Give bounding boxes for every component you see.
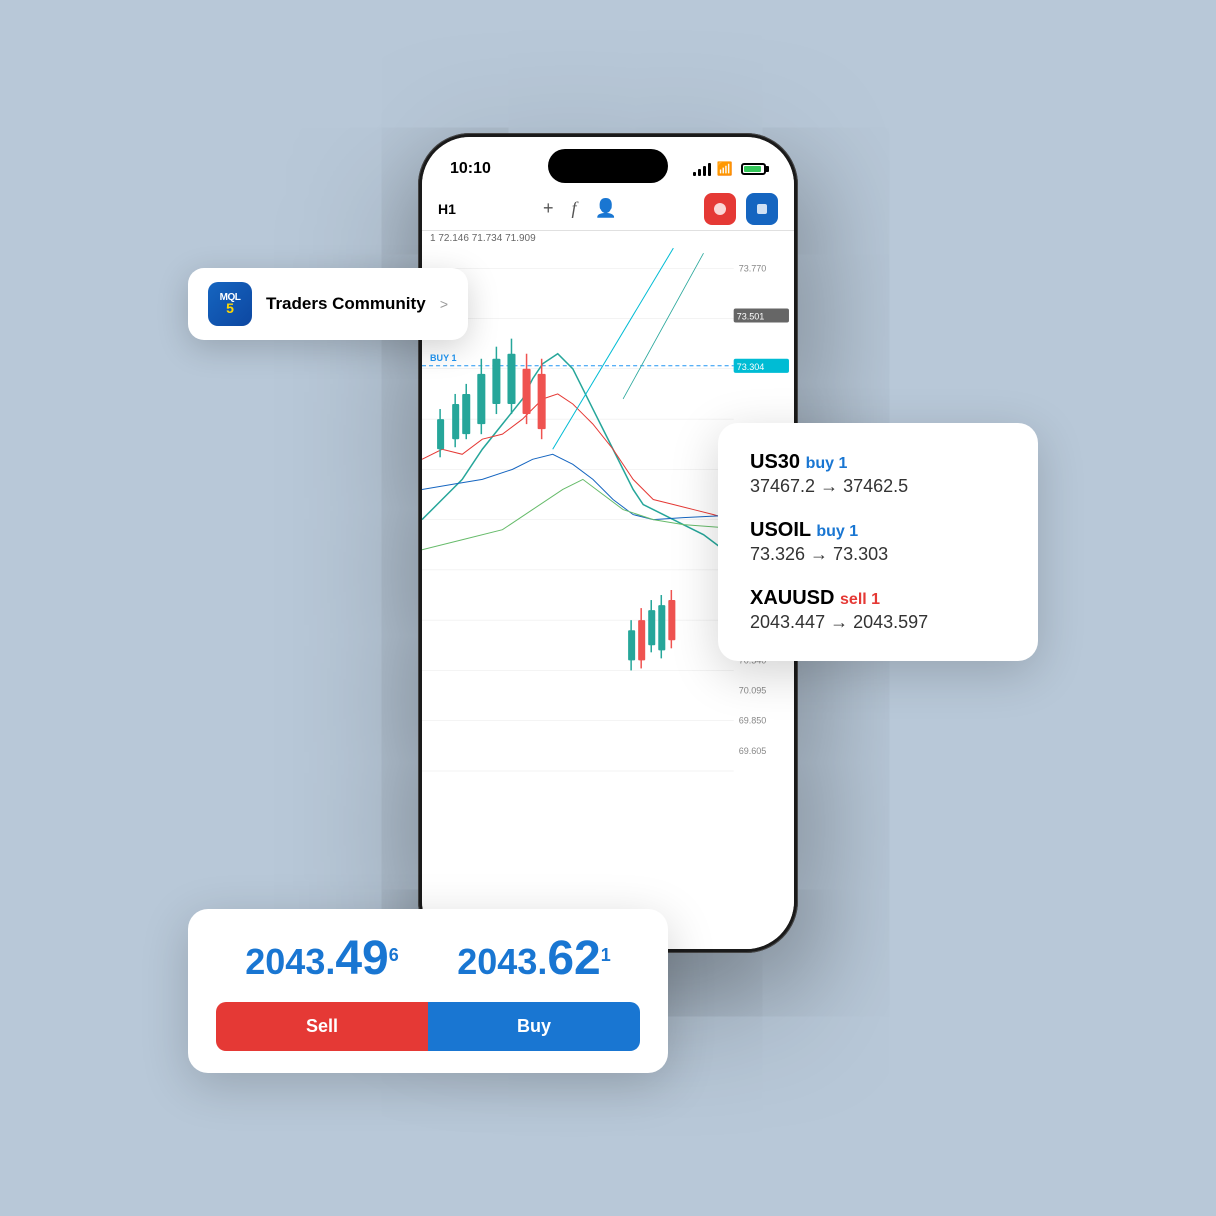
sell-price-large: 49	[335, 932, 388, 985]
battery-icon	[741, 163, 766, 175]
trade-xauusd-header: XAUUSD sell 1	[750, 587, 1006, 610]
price-card: 2043.496 2043.621 Sell Buy	[188, 909, 668, 1073]
toolbar-left: H1	[438, 201, 456, 217]
toolbar-icons: + f 👤	[543, 198, 617, 219]
trade-card: US30 buy 1 37467.2 → 37462.5 USOIL buy 1…	[718, 423, 1038, 661]
dynamic-island	[548, 149, 668, 183]
trade-xauusd-action: sell 1	[840, 591, 880, 608]
buy-price-large: 62	[547, 932, 600, 985]
notification-title: Traders Community	[266, 294, 426, 314]
trade-usoil-action: buy 1	[816, 523, 858, 540]
scene: 10:10 📶	[158, 83, 1058, 1133]
chevron-right-icon: >	[440, 296, 448, 312]
trade-item-xauusd: XAUUSD sell 1 2043.447 → 2043.597	[750, 587, 1006, 633]
trade-item-usoil: USOIL buy 1 73.326 → 73.303	[750, 519, 1006, 565]
trade-us30-prices: 37467.2 → 37462.5	[750, 476, 1006, 497]
function-icon[interactable]: f	[571, 198, 576, 219]
svg-text:73.304: 73.304	[737, 362, 765, 372]
buy-price-col: 2043.621	[457, 931, 611, 986]
status-icons: 📶	[693, 161, 766, 177]
svg-text:73.770: 73.770	[739, 263, 767, 273]
trade-usoil-prices: 73.326 → 73.303	[750, 544, 1006, 565]
chart-header-prices: 1 72.146 71.734 71.909	[430, 233, 536, 244]
svg-text:73.501: 73.501	[737, 312, 765, 322]
toolbar-right	[704, 193, 778, 225]
signal-icon	[693, 162, 711, 176]
timeframe-label: H1	[438, 201, 456, 217]
sell-price: 2043.496	[245, 931, 399, 986]
buy-button[interactable]: Buy	[428, 1002, 640, 1051]
trade-us30-symbol: US30	[750, 451, 806, 473]
blue-button[interactable]	[746, 193, 778, 225]
buy-price: 2043.621	[457, 931, 611, 986]
notification-card[interactable]: MQL 5 Traders Community >	[188, 268, 468, 340]
trade-us30-action: buy 1	[806, 455, 848, 472]
sell-button[interactable]: Sell	[216, 1002, 428, 1051]
red-button[interactable]	[704, 193, 736, 225]
sell-price-col: 2043.496	[245, 931, 399, 986]
trade-usoil-header: USOIL buy 1	[750, 519, 1006, 542]
trade-us30-header: US30 buy 1	[750, 451, 1006, 474]
buy-price-sup: 1	[601, 945, 611, 965]
svg-text:70.095: 70.095	[739, 686, 767, 696]
trade-xauusd-symbol: XAUUSD	[750, 587, 840, 609]
sell-price-sup: 6	[389, 945, 399, 965]
toolbar: H1 + f 👤	[422, 187, 794, 231]
mql5-logo: MQL 5	[208, 282, 252, 326]
wifi-icon: 📶	[717, 161, 733, 177]
svg-text:69.605: 69.605	[739, 746, 767, 756]
svg-text:69.850: 69.850	[739, 716, 767, 726]
crosshair-icon[interactable]: +	[543, 198, 554, 219]
price-display-row: 2043.496 2043.621	[216, 931, 640, 986]
trade-item-us30: US30 buy 1 37467.2 → 37462.5	[750, 451, 1006, 497]
status-time: 10:10	[450, 160, 491, 178]
action-buttons: Sell Buy	[216, 1002, 640, 1051]
trade-usoil-symbol: USOIL	[750, 519, 816, 541]
svg-text:BUY 1: BUY 1	[430, 353, 456, 363]
trade-xauusd-prices: 2043.447 → 2043.597	[750, 612, 1006, 633]
buy-price-main: 2043.	[457, 941, 547, 982]
sell-price-main: 2043.	[245, 941, 335, 982]
person-icon[interactable]: 👤	[595, 198, 617, 219]
